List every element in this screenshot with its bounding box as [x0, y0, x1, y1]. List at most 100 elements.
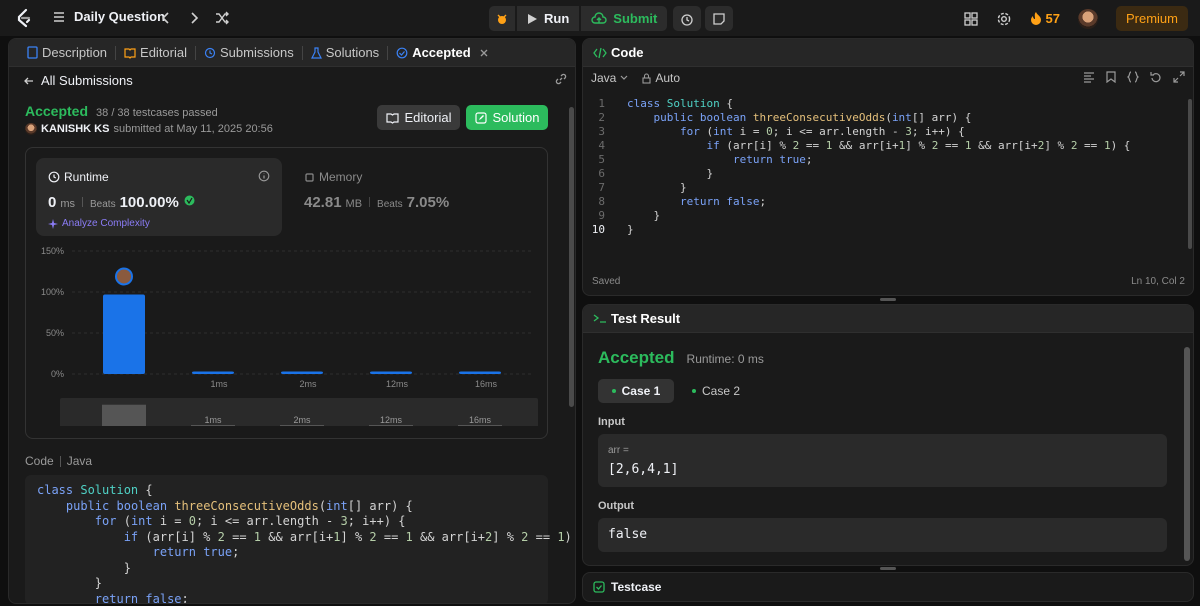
run-label: Run [544, 11, 570, 26]
case-1-tab[interactable]: Case 1 [598, 379, 674, 403]
chart-bar[interactable] [192, 371, 234, 374]
shuffle-icon[interactable] [214, 9, 230, 27]
pass-dot [691, 389, 696, 393]
memory-box[interactable]: Memory 42.81 MB Beats 7.05% [294, 158, 540, 236]
author-name[interactable]: KANISHK KS [41, 123, 109, 135]
chart-bar[interactable] [103, 294, 145, 374]
layout-grid-icon[interactable] [963, 11, 978, 26]
streak-count: 57 [1045, 11, 1060, 26]
y-tick-label: 50% [46, 328, 64, 338]
submission-panel: Description Editorial Submissions Soluti… [8, 38, 576, 604]
chart-bar[interactable] [281, 371, 323, 374]
check-circle-icon [396, 47, 408, 58]
result-scrollbar[interactable] [1184, 347, 1190, 561]
line-code: return false; [679, 195, 767, 208]
test-result-tab[interactable]: Test Result [591, 305, 688, 333]
tab-solutions[interactable]: Solutions [303, 39, 387, 67]
memory-chip-icon [305, 172, 314, 182]
input-card[interactable]: arr = [2,6,4,1] [598, 434, 1167, 487]
prev-problem-icon[interactable] [158, 9, 174, 27]
my-submission-avatar[interactable] [115, 267, 133, 286]
debug-button[interactable] [489, 6, 515, 31]
list-icon [54, 11, 64, 22]
result-status: Accepted [598, 348, 675, 367]
runtime-distribution-chart[interactable]: 150% 100% 50% 0% 1ms 2ms 12ms 16ms 1ms 2ms 12ms 16m… [26, 241, 547, 426]
format-icon[interactable] [1083, 71, 1095, 83]
y-tick-label: 100% [41, 287, 64, 297]
code-tab[interactable]: Code [591, 39, 652, 67]
code-line: return false; [94, 591, 189, 604]
input-var-value: [2,6,4,1] [608, 462, 679, 477]
tab-description-label: Description [42, 45, 108, 60]
output-card[interactable]: false [598, 518, 1167, 552]
tab-submissions[interactable]: Submissions [196, 39, 302, 67]
overview-bar [280, 425, 324, 426]
chart-bar[interactable] [370, 371, 412, 374]
streak-counter[interactable]: 57 [1030, 11, 1060, 26]
memory-value: 42.81 [304, 194, 342, 211]
code-line: } [37, 576, 103, 590]
reset-icon[interactable] [1150, 71, 1162, 83]
submit-button[interactable]: Submit [581, 6, 668, 31]
overview-tick-label: 1ms [204, 415, 222, 425]
line-code: } [627, 223, 634, 236]
expand-icon[interactable] [1173, 71, 1185, 83]
info-icon[interactable] [258, 170, 270, 182]
arrow-left-icon [24, 77, 33, 84]
analyze-complexity-link[interactable]: Analyze Complexity [48, 218, 150, 229]
document-icon [27, 46, 38, 59]
clap-icon [184, 195, 195, 206]
settings-gear-icon[interactable] [996, 11, 1012, 27]
line-code: return true; [732, 153, 813, 166]
run-button[interactable]: Run [517, 6, 580, 31]
problem-list-link[interactable]: Daily Question [52, 9, 165, 24]
auto-mode-toggle[interactable]: Auto [642, 71, 680, 85]
testcase-label: Testcase [611, 580, 662, 594]
tab-editorial[interactable]: Editorial [116, 39, 195, 67]
submitted-code-block[interactable]: class Solution { public boolean threeCon… [25, 475, 572, 604]
tab-submissions-label: Submissions [220, 45, 294, 60]
share-link-icon[interactable] [554, 72, 568, 86]
bookmark-icon[interactable] [1106, 71, 1116, 83]
case-2-tab[interactable]: Case 2 [681, 379, 751, 403]
chevron-down-icon [620, 75, 628, 80]
overview-bar [191, 425, 235, 426]
tab-description[interactable]: Description [19, 39, 115, 67]
book-icon [124, 47, 136, 59]
timer-button[interactable] [673, 6, 702, 31]
editor-line: 5 return true; [583, 153, 1193, 167]
author-avatar[interactable] [25, 123, 37, 135]
all-submissions-link[interactable]: All Submissions [23, 73, 133, 88]
solution-button[interactable]: Solution [466, 105, 548, 130]
panel-resize-handle[interactable] [880, 567, 896, 570]
chart-bar[interactable] [459, 371, 501, 374]
solution-button-label: Solution [492, 110, 540, 125]
line-number: 1 [598, 97, 605, 110]
line-code: } [627, 181, 687, 194]
alarm-clock-icon [681, 13, 693, 26]
leetcode-logo-icon[interactable] [14, 8, 34, 28]
editor-scrollbar[interactable] [1188, 99, 1192, 249]
left-tab-bar: Description Editorial Submissions Soluti… [9, 39, 575, 67]
testcase-tab[interactable]: Testcase [593, 580, 661, 594]
code-brackets-icon [593, 47, 607, 58]
editorial-button[interactable]: Editorial [377, 105, 460, 130]
braces-icon[interactable] [1127, 71, 1139, 83]
close-tab-icon[interactable] [479, 48, 489, 58]
cloud-upload-icon [591, 11, 607, 24]
test-result-header: Test Result [583, 305, 1193, 333]
input-var-name: arr = [608, 445, 629, 456]
next-problem-icon[interactable] [186, 9, 202, 27]
panel-resize-handle[interactable] [880, 298, 896, 301]
overview-bar [458, 425, 502, 426]
code-editor[interactable]: 1 class Solution {2 public boolean threeC… [583, 97, 1193, 237]
input-label: Input [598, 416, 625, 428]
runtime-beats-label: Beats [90, 199, 116, 210]
left-scrollbar[interactable] [569, 107, 574, 407]
premium-button[interactable]: Premium [1115, 6, 1188, 31]
user-avatar[interactable] [1077, 8, 1098, 29]
notes-button[interactable] [705, 6, 734, 31]
tab-accepted[interactable]: Accepted [388, 39, 497, 67]
language-select[interactable]: Java [591, 71, 628, 85]
runtime-box[interactable]: Runtime 0 ms Beats 100.00% Analyze Compl… [36, 158, 282, 236]
